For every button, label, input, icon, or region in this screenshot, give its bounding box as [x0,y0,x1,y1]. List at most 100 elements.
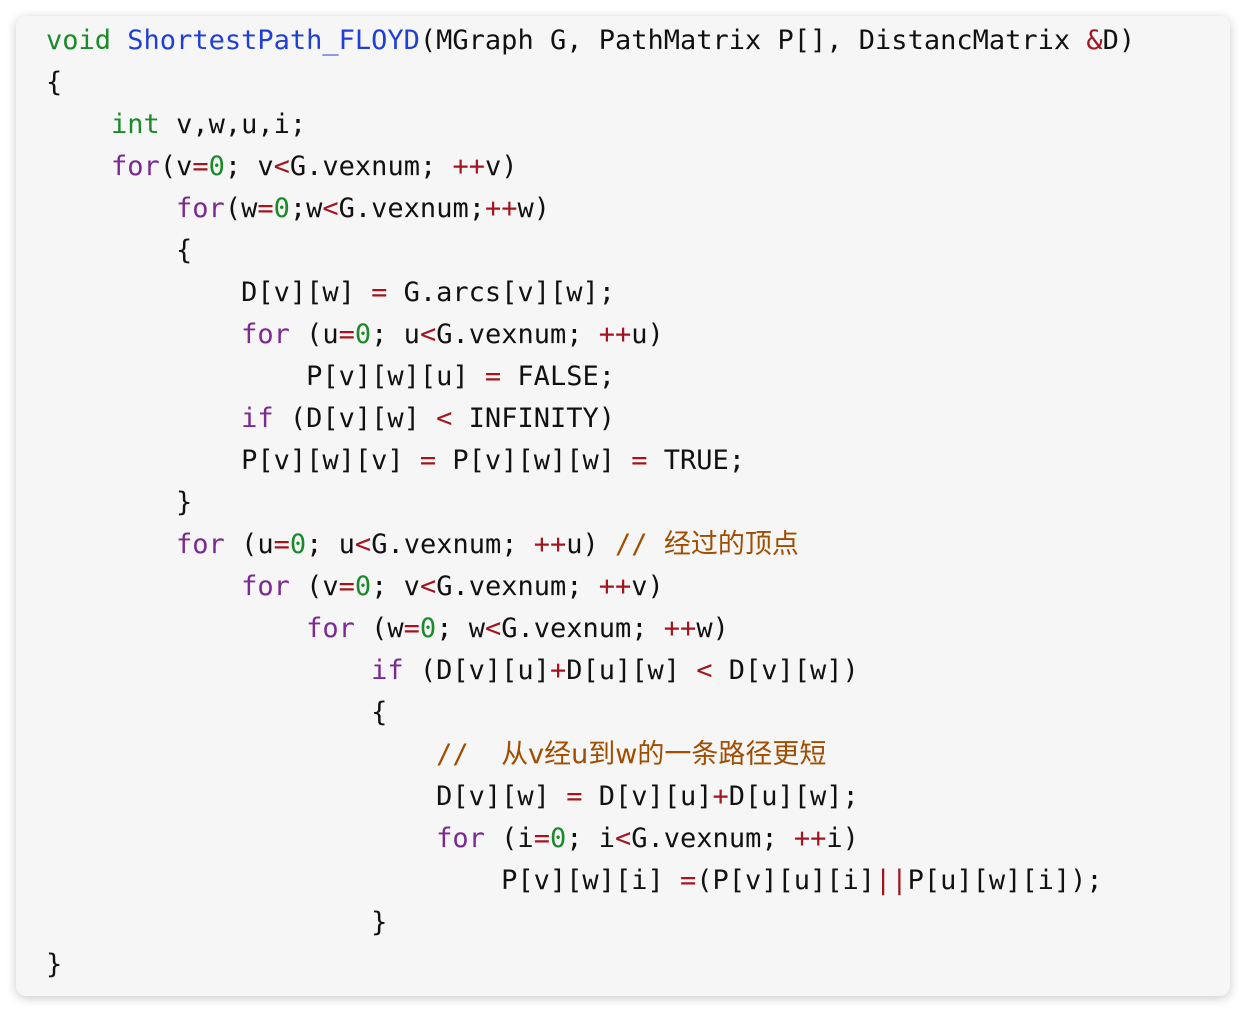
code-line: if (D[v][u]+D[u][w] < D[v][w]) [46,650,1135,692]
code-token: int [111,109,160,140]
code-token: (D[v][u] [403,655,550,686]
code-comment: // [615,529,664,560]
code-token: ++ [452,151,485,182]
code-token: ; v [371,571,420,602]
code-token: (w [354,613,404,644]
code-token: for [176,529,225,560]
code-token: G.arcs[v][w]; [387,277,615,308]
code-token: + [712,781,729,812]
code-token: ; w [436,613,485,644]
code-line: for(v=0; v<G.vexnum; ++v) [46,146,1135,188]
code-token: = [371,277,388,308]
code-token: D[v][w]) [712,655,859,686]
code-line: for (v=0; v<G.vexnum; ++v) [46,566,1135,608]
code-comment: 经过的顶点 [663,529,799,560]
code-token: G.vexnum; [436,571,599,602]
code-token: (u [289,319,339,350]
code-token: G.vexnum; [631,823,794,854]
code-token: || [875,865,908,896]
code-token: v) [484,151,518,182]
code-token: for [176,193,225,224]
code-token: P[v][w][v] [241,445,420,476]
code-token: w) [696,613,729,644]
code-token: if [241,403,274,434]
code-line: P[v][w][i] =(P[v][u][i]||P[u][w][i]); [46,860,1135,902]
code-token: INFINITY) [452,403,615,434]
code-token: if [371,655,404,686]
code-token: ; i [566,823,616,854]
code-token: 0 [549,823,567,854]
code-line: D[v][w] = G.arcs[v][w]; [46,272,1135,314]
code-token: < [354,529,372,560]
code-token: for [306,613,355,644]
code-token: < [322,193,339,224]
code-token: ++ [793,823,827,854]
code-token: { [176,235,193,266]
code-line: int v,w,u,i; [46,104,1135,146]
code-token: P[v][w][w] [436,445,632,476]
code-token: for [241,571,290,602]
code-token: & [1086,25,1103,56]
code-token: < [615,823,632,854]
code-line: } [46,902,1135,944]
code-token: ++ [663,613,697,644]
code-token: P[u][w][i]); [907,865,1103,896]
code-token: (w [224,193,258,224]
code-token: D[u][w] [566,655,697,686]
code-token: { [46,67,63,98]
code-comment: 从v经u到w的一条路径更短 [501,739,827,770]
code-block: void ShortestPath_FLOYD(MGraph G, PathMa… [16,16,1230,996]
code-token: = [533,823,550,854]
code-token: v,w,u,i; [159,109,307,140]
code-token: } [46,949,63,980]
code-token: for [241,319,290,350]
code-token: G.vexnum; [436,319,599,350]
code-token: = [192,151,209,182]
code-token: (u [224,529,274,560]
code-token: ; v [224,151,274,182]
code-line: } [46,944,1135,986]
code-token: ++ [598,571,632,602]
code-token: = [419,445,437,476]
code-line: for (u=0; u<G.vexnum; ++u) [46,314,1135,356]
code-token: w) [517,193,550,224]
code-token: ; u [371,319,420,350]
code-token: = [257,193,274,224]
code-token: < [696,655,713,686]
code-line: void ShortestPath_FLOYD(MGraph G, PathMa… [46,20,1135,62]
code-token: G.vexnum; [501,613,664,644]
code-token: = [338,319,355,350]
code-token: < [419,319,437,350]
code-token: P[v][w][i] [501,865,680,896]
code-token: (D[v][w] [273,403,437,434]
code-token: u) [566,529,616,560]
code-token: 0 [289,529,307,560]
code-line: { [46,230,1135,272]
code-token: void [46,25,112,56]
code-token: (P[v][u][i] [696,865,876,896]
code-token: = [403,613,420,644]
code-token: + [549,655,567,686]
code-token: D[u][w]; [728,781,859,812]
code-token: < [419,571,437,602]
code-token: (v [159,151,193,182]
code-line: P[v][w][u] = FALSE; [46,356,1135,398]
code-line: for (i=0; i<G.vexnum; ++i) [46,818,1135,860]
code-token: < [436,403,453,434]
code-token: G.vexnum; [371,529,534,560]
code-token: (v [289,571,339,602]
code-line: // 从v经u到w的一条路径更短 [46,734,1135,776]
code-line: for(w=0;w<G.vexnum;++w) [46,188,1135,230]
code-token: v) [631,571,664,602]
code-token: 0 [419,613,437,644]
code-token: = [484,361,502,392]
code-token: < [273,151,290,182]
code-token: D[v][u] [582,781,713,812]
code-comment: // [436,739,502,770]
code-line: for (u=0; u<G.vexnum; ++u) // 经过的顶点 [46,524,1135,566]
code-token: D[v][w] [436,781,567,812]
code-token: ++ [598,319,632,350]
code-listing: void ShortestPath_FLOYD(MGraph G, PathMa… [46,20,1135,986]
code-line: for (w=0; w<G.vexnum; ++w) [46,608,1135,650]
code-line: P[v][w][v] = P[v][w][w] = TRUE; [46,440,1135,482]
